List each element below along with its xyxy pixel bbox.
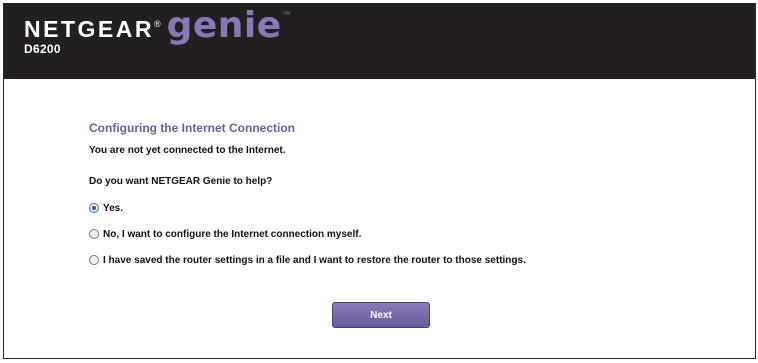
radio-configure-myself[interactable] [89, 229, 99, 239]
option-configure-myself[interactable]: No, I want to configure the Internet con… [89, 228, 735, 240]
option-restore-settings-label[interactable]: I have saved the router settings in a fi… [103, 255, 526, 266]
page-title: Configuring the Internet Connection [89, 121, 295, 135]
netgear-wordmark: NETGEAR [24, 16, 154, 42]
trademark-mark: ™ [282, 10, 291, 19]
option-yes-label[interactable]: Yes. [103, 203, 123, 214]
genie-help-question: Do you want NETGEAR Genie to help? [89, 176, 273, 187]
header-bar: NETGEAR ® genie ™ D6200 [4, 4, 755, 79]
radio-restore-settings[interactable] [89, 255, 99, 265]
netgear-genie-logo: NETGEAR ® genie ™ [24, 5, 291, 46]
setup-wizard-window: NETGEAR ® genie ™ D6200 Configuring the … [3, 3, 756, 359]
connection-status-text: You are not yet connected to the Interne… [89, 145, 286, 156]
registered-mark: ® [153, 19, 161, 29]
connection-setup-panel: Configuring the Internet Connection You … [89, 121, 735, 280]
option-yes[interactable]: Yes. [89, 202, 735, 214]
router-model: D6200 [24, 42, 61, 56]
option-configure-myself-label[interactable]: No, I want to configure the Internet con… [103, 229, 361, 240]
genie-wordmark: genie [166, 5, 282, 46]
next-button[interactable]: Next [332, 302, 430, 328]
radio-yes-selected[interactable] [89, 203, 99, 213]
option-restore-settings[interactable]: I have saved the router settings in a fi… [89, 254, 735, 266]
